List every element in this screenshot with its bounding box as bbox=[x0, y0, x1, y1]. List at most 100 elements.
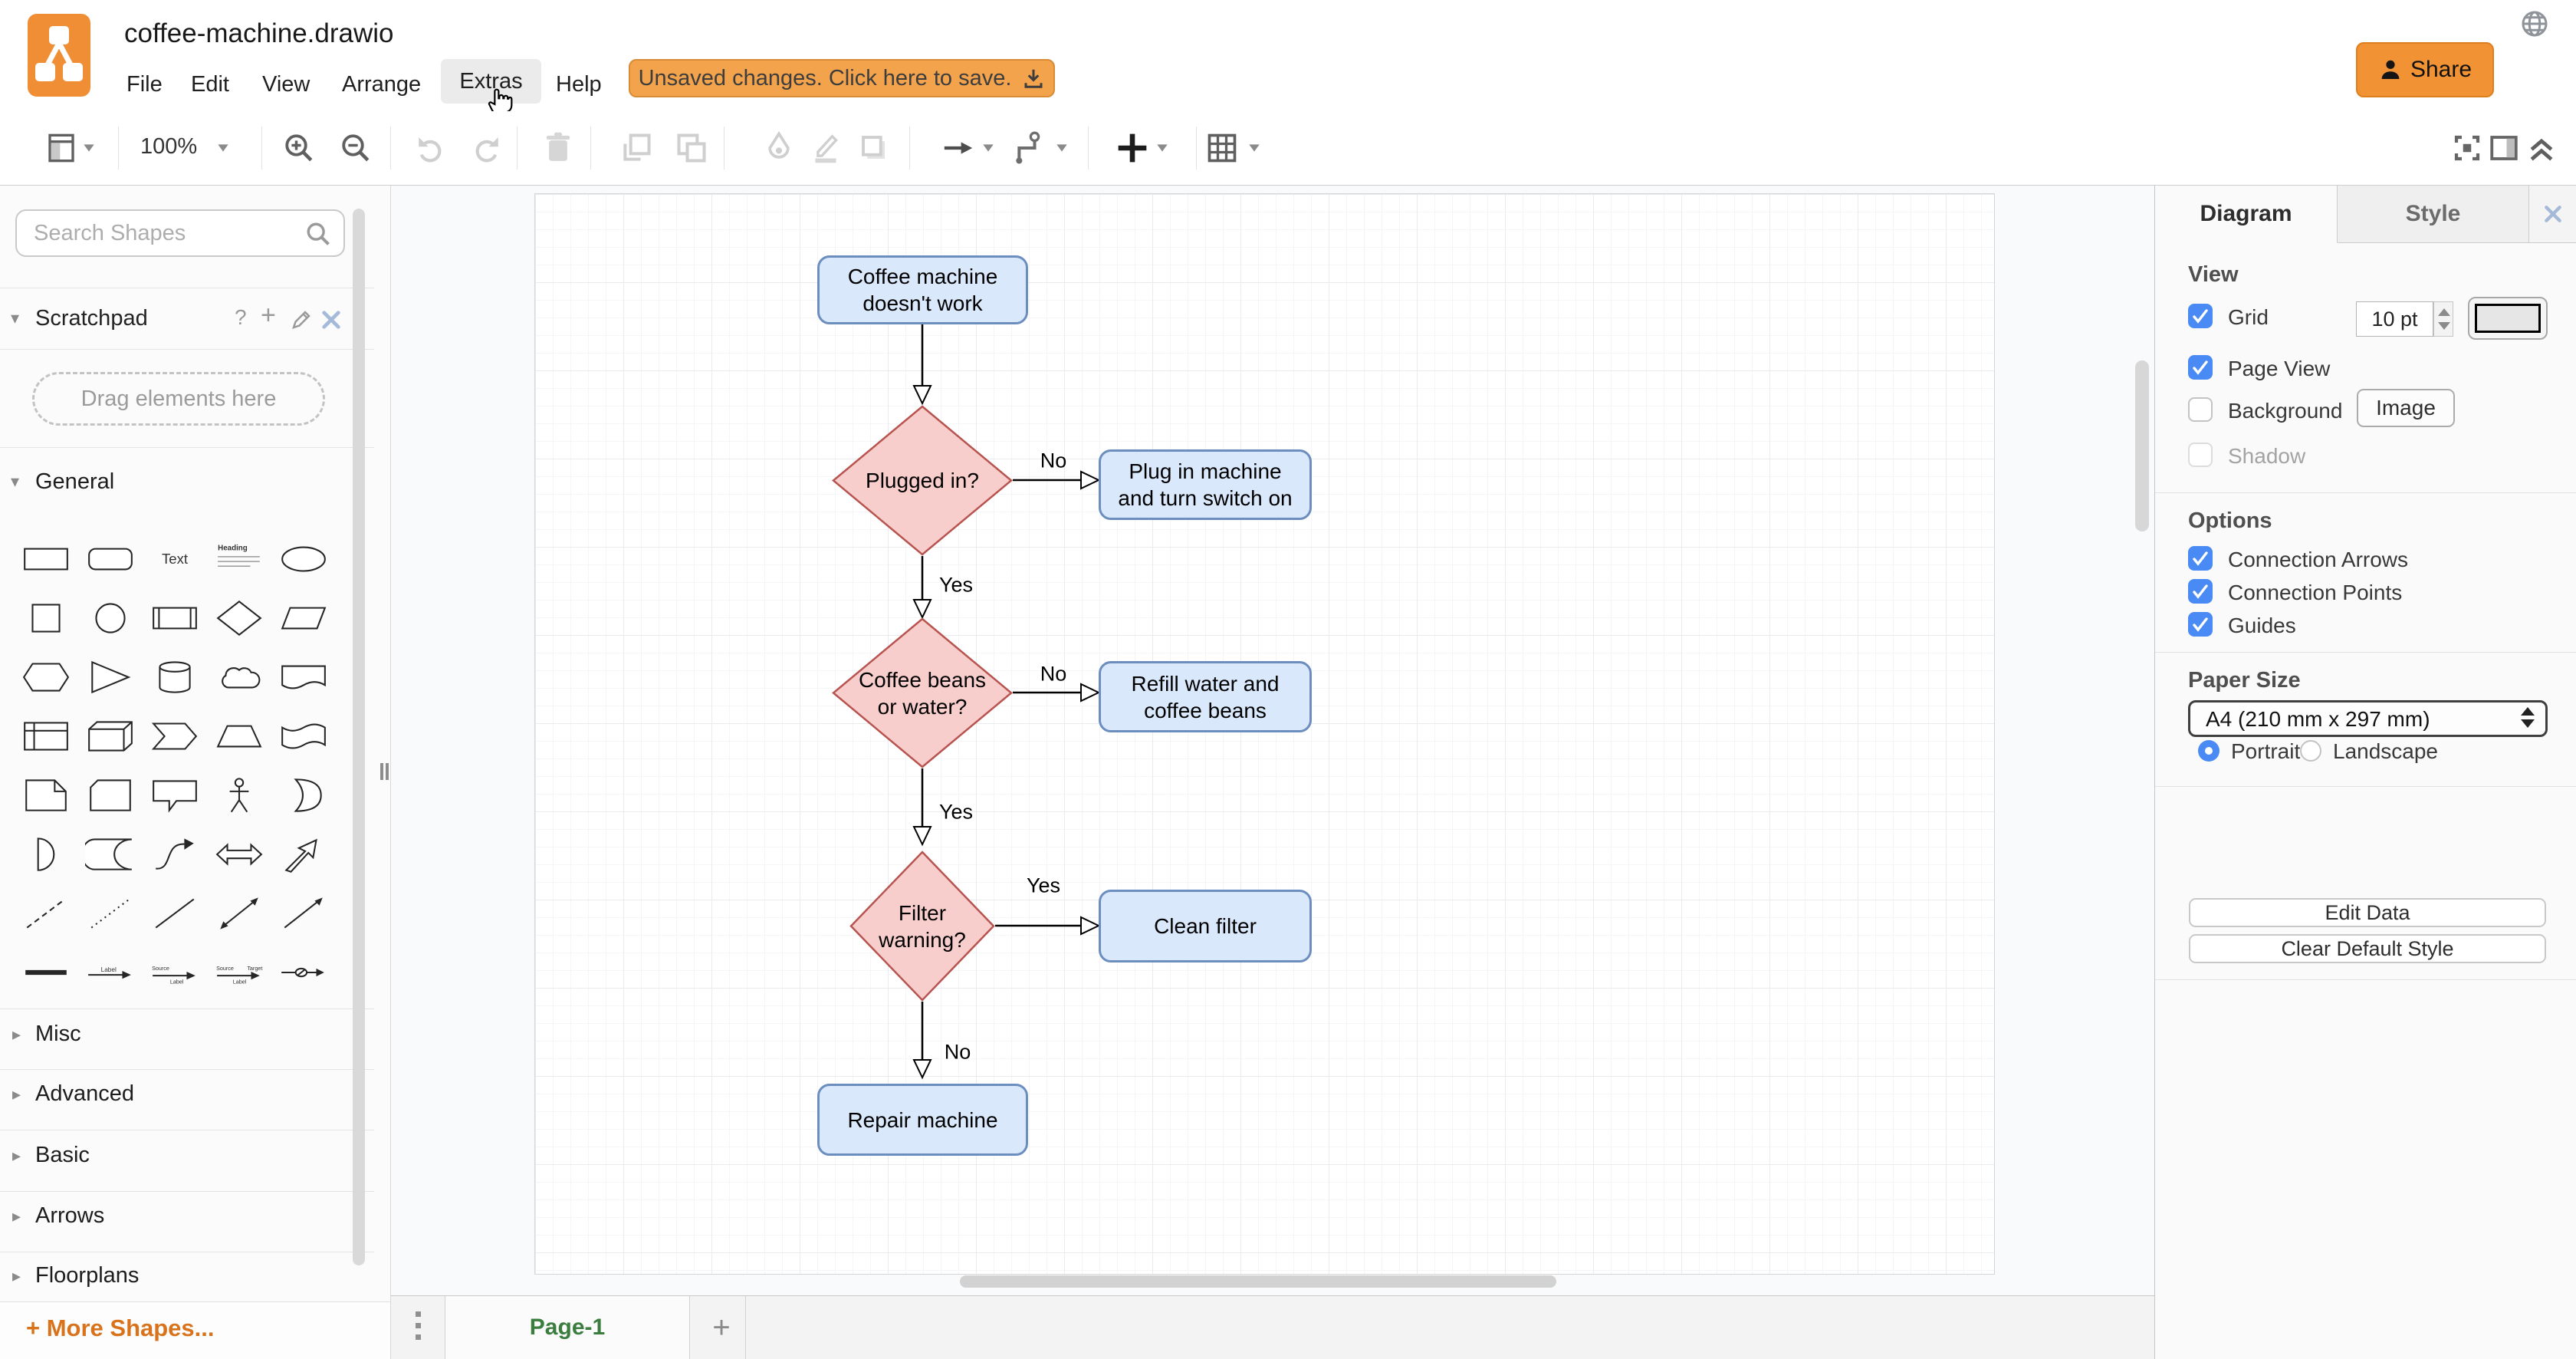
scratchpad-help-icon[interactable]: ? bbox=[235, 305, 247, 330]
flow-node-box[interactable]: Repair machine bbox=[817, 1084, 1028, 1156]
shape-data-storage-icon[interactable] bbox=[78, 824, 143, 884]
shape-actor-icon[interactable] bbox=[207, 765, 271, 824]
shape-process-icon[interactable] bbox=[143, 588, 207, 647]
chevron-down-icon[interactable] bbox=[217, 143, 229, 153]
table-button[interactable] bbox=[1205, 131, 1239, 165]
grid-size-stepper[interactable] bbox=[2433, 301, 2453, 337]
shape-arrow-icon[interactable] bbox=[271, 824, 336, 884]
shape-callout-icon[interactable] bbox=[143, 765, 207, 824]
grid-size-input[interactable]: 10 pt bbox=[2356, 301, 2433, 337]
collapse-triangle-icon[interactable]: ▾ bbox=[11, 308, 19, 328]
shape-trapezoid-icon[interactable] bbox=[207, 706, 271, 765]
view-panels-button[interactable] bbox=[44, 131, 78, 165]
shape-curve-icon[interactable] bbox=[143, 824, 207, 884]
page-view-checkbox[interactable] bbox=[2188, 355, 2213, 380]
shape-parallelogram-icon[interactable] bbox=[271, 588, 336, 647]
background-image-button[interactable]: Image bbox=[2357, 389, 2455, 427]
tab-diagram[interactable]: Diagram bbox=[2155, 186, 2338, 243]
shape-hexagon-icon[interactable] bbox=[14, 647, 78, 706]
chevron-down-icon[interactable] bbox=[1248, 143, 1260, 153]
flow-node-decision[interactable]: Plugged in? bbox=[832, 405, 1013, 556]
shape-and-icon[interactable] bbox=[14, 824, 78, 884]
scratchpad-section[interactable]: ▾ Scratchpad ? + bbox=[0, 302, 374, 339]
shadow-button[interactable] bbox=[857, 131, 891, 165]
clear-default-style-button[interactable]: Clear Default Style bbox=[2189, 934, 2546, 963]
flow-node-box[interactable]: Refill water and coffee beans bbox=[1099, 661, 1312, 732]
shape-step-icon[interactable] bbox=[143, 706, 207, 765]
search-shapes-input[interactable]: Search Shapes bbox=[15, 209, 345, 257]
portrait-radio[interactable] bbox=[2198, 740, 2220, 762]
shape-bidirectional-arrow-icon[interactable] bbox=[207, 824, 271, 884]
line-color-button[interactable] bbox=[809, 131, 843, 165]
connection-arrows-checkbox[interactable] bbox=[2188, 546, 2213, 571]
close-panel-button[interactable] bbox=[2529, 186, 2576, 243]
flow-node-box[interactable]: Coffee machine doesn't work bbox=[817, 255, 1028, 324]
shape-triangle-icon[interactable] bbox=[78, 647, 143, 706]
shape-tape-icon[interactable] bbox=[271, 706, 336, 765]
add-page-button[interactable]: + bbox=[698, 1296, 745, 1359]
connection-style-button[interactable] bbox=[941, 131, 975, 165]
menu-view[interactable]: View bbox=[262, 67, 310, 101]
zoom-in-button[interactable] bbox=[282, 131, 316, 165]
collapse-toolbar-button[interactable] bbox=[2525, 131, 2558, 165]
shape-cube-icon[interactable] bbox=[78, 706, 143, 765]
shape-diamond-icon[interactable] bbox=[207, 588, 271, 647]
menu-arrange[interactable]: Arrange bbox=[342, 67, 421, 101]
paper-size-select[interactable]: A4 (210 mm x 297 mm) bbox=[2188, 700, 2548, 737]
connection-points-checkbox[interactable] bbox=[2188, 579, 2213, 604]
background-checkbox[interactable] bbox=[2188, 397, 2213, 422]
flow-node-box[interactable]: Clean filter bbox=[1099, 890, 1312, 962]
shape-heading-icon[interactable]: Heading bbox=[207, 529, 271, 588]
shadow-checkbox[interactable] bbox=[2188, 443, 2213, 467]
scratchpad-add-icon[interactable]: + bbox=[261, 301, 276, 331]
zoom-level[interactable]: 100% bbox=[140, 134, 197, 160]
guides-checkbox[interactable] bbox=[2188, 612, 2213, 637]
edit-data-button[interactable]: Edit Data bbox=[2189, 898, 2546, 927]
shape-rectangle-icon[interactable] bbox=[14, 529, 78, 588]
shape-internal-storage-icon[interactable] bbox=[14, 706, 78, 765]
shape-text-icon[interactable]: Text bbox=[143, 529, 207, 588]
redo-button[interactable] bbox=[469, 131, 503, 165]
unsaved-changes-banner[interactable]: Unsaved changes. Click here to save. bbox=[629, 59, 1055, 97]
chevron-down-icon[interactable] bbox=[1056, 143, 1068, 153]
shape-arrow-with-label-icon[interactable]: Label bbox=[78, 943, 143, 1002]
menu-file[interactable]: File bbox=[127, 67, 163, 101]
tab-style[interactable]: Style bbox=[2338, 186, 2529, 243]
shape-arrow-source-label-target-icon[interactable]: SourceLabelTarget bbox=[207, 943, 271, 1002]
shape-cloud-icon[interactable] bbox=[207, 647, 271, 706]
section-advanced[interactable]: ▸Advanced bbox=[0, 1078, 374, 1117]
shape-dashed-line-icon[interactable] bbox=[14, 884, 78, 943]
shape-rounded-rectangle-icon[interactable] bbox=[78, 529, 143, 588]
shape-connector-with-symbol-icon[interactable] bbox=[271, 943, 336, 1002]
section-general[interactable]: ▾ General bbox=[0, 468, 374, 502]
more-shapes-button[interactable]: + More Shapes... bbox=[0, 1301, 390, 1359]
sidebar-splitter-handle[interactable] bbox=[379, 763, 391, 780]
flow-node-decision[interactable]: Coffee beans or water? bbox=[832, 617, 1013, 768]
format-panel-toggle[interactable] bbox=[2487, 131, 2521, 165]
chevron-down-icon[interactable] bbox=[1156, 143, 1168, 153]
canvas-vertical-scrollbar[interactable] bbox=[2135, 360, 2149, 531]
share-button[interactable]: Share bbox=[2356, 42, 2494, 97]
menu-edit[interactable]: Edit bbox=[191, 67, 229, 101]
grid-color-swatch[interactable] bbox=[2468, 297, 2548, 340]
shape-dotted-line-icon[interactable] bbox=[78, 884, 143, 943]
shape-card-icon[interactable] bbox=[78, 765, 143, 824]
sidebar-scrollbar[interactable] bbox=[353, 209, 365, 1265]
shape-link-icon[interactable] bbox=[14, 943, 78, 1002]
drawing-canvas[interactable]: Coffee machine doesn't work Plugged in? Pl… bbox=[391, 186, 2154, 1359]
page-tab[interactable]: Page-1 bbox=[445, 1296, 690, 1359]
shape-bidirectional-connector-icon[interactable] bbox=[207, 884, 271, 943]
insert-button[interactable] bbox=[1116, 131, 1149, 165]
scratchpad-close-icon[interactable] bbox=[320, 309, 342, 331]
flow-node-box[interactable]: Plug in machine and turn switch on bbox=[1099, 449, 1312, 520]
landscape-radio[interactable] bbox=[2300, 740, 2321, 762]
shape-directional-connector-icon[interactable] bbox=[271, 884, 336, 943]
to-back-button[interactable] bbox=[675, 131, 708, 165]
shape-line-icon[interactable] bbox=[143, 884, 207, 943]
menu-extras[interactable]: Extras bbox=[441, 59, 541, 104]
menu-help[interactable]: Help bbox=[556, 67, 602, 101]
grid-checkbox[interactable] bbox=[2188, 304, 2213, 328]
scratchpad-edit-icon[interactable] bbox=[290, 308, 313, 331]
undo-button[interactable] bbox=[414, 131, 448, 165]
section-basic[interactable]: ▸Basic bbox=[0, 1140, 374, 1178]
